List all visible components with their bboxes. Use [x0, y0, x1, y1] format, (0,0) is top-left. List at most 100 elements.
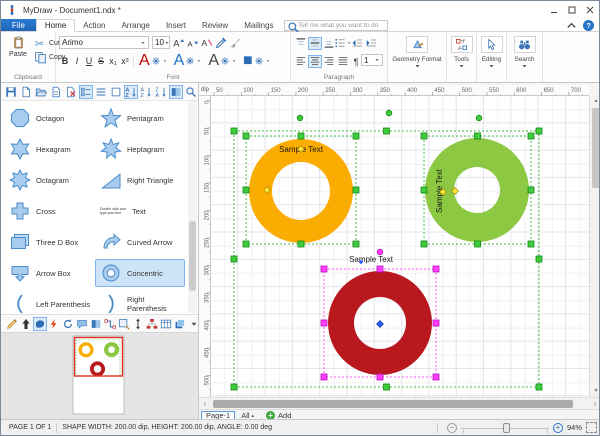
doc-smile-button[interactable]	[49, 85, 63, 99]
tab-mailings[interactable]: Mailings	[236, 19, 281, 31]
connector-button[interactable]	[103, 317, 117, 331]
shape-item-text[interactable]: Double click and type your textText	[95, 197, 185, 225]
sort-desc-button[interactable]: ZA	[154, 85, 168, 99]
page-thumbnail[interactable]	[1, 333, 198, 421]
new-doc-button[interactable]	[19, 85, 33, 99]
help-button[interactable]: ?	[583, 20, 594, 31]
open-button[interactable]	[34, 85, 48, 99]
valign-middle-button[interactable]	[308, 37, 322, 50]
tab-file[interactable]: File	[1, 19, 36, 31]
scroll-up-icon[interactable]: ▴	[590, 96, 600, 107]
layers-button[interactable]	[173, 317, 187, 331]
font-toggle-i[interactable]: I	[71, 55, 83, 68]
shape-item-octagram[interactable]: Octagram	[4, 166, 94, 194]
zoom-slider[interactable]	[461, 423, 549, 433]
horizontal-scroll-thumb[interactable]	[213, 400, 573, 408]
sort-asc-button[interactable]: AZ	[139, 85, 153, 99]
collapse-ribbon-button[interactable]	[565, 20, 577, 31]
drawing-canvas[interactable]: Sample TextSample TextSample Text	[211, 96, 589, 397]
view-blank-button[interactable]	[109, 85, 123, 99]
vertical-scrollbar[interactable]: ▴ ▾	[589, 96, 600, 397]
font-down-button[interactable]: A	[186, 37, 200, 50]
book-button[interactable]	[89, 317, 103, 331]
paste-button[interactable]: Paste	[4, 36, 32, 72]
valign-top-button[interactable]	[294, 37, 308, 50]
shape-item-right-parenthesis[interactable]: Right Parenthesis	[95, 290, 185, 313]
editing-button[interactable]: Editing	[477, 32, 506, 82]
vertical-scroll-thumb[interactable]	[592, 108, 600, 188]
align-center-button[interactable]	[308, 55, 322, 68]
search-button[interactable]: Search	[507, 32, 542, 82]
font-color-button[interactable]: A	[200, 37, 214, 50]
sort-az-button[interactable]: AZ	[124, 85, 138, 99]
eyedropper-button[interactable]	[214, 37, 228, 50]
shape-item-pentagram[interactable]: Pentagram	[95, 104, 185, 132]
canvas-pin-button[interactable]	[117, 317, 131, 331]
align-left-button[interactable]	[294, 55, 308, 68]
font-effect-button-4[interactable]: ■	[243, 52, 271, 70]
scroll-down-icon[interactable]: ▾	[590, 386, 600, 397]
tab-arrange[interactable]: Arrange	[113, 19, 157, 31]
table-button[interactable]	[159, 317, 173, 331]
tell-me-search-input[interactable]: Tell me what you want to do	[284, 20, 388, 31]
font-effect-button-1[interactable]: A	[139, 52, 168, 70]
shape-item-heptagram[interactable]: Heptagram	[95, 135, 185, 163]
shape-item-curved-arrow[interactable]: Curved Arrow	[95, 228, 185, 256]
font-family-select[interactable]: Arimo	[59, 36, 149, 49]
doc-del-button[interactable]	[64, 85, 78, 99]
shape-item-octagon[interactable]: Octagon	[4, 104, 94, 132]
maximize-button[interactable]	[563, 2, 581, 18]
pointer-button[interactable]	[19, 317, 33, 331]
shape-item-arrow-box[interactable]: Arrow Box	[4, 259, 94, 287]
orgchart-button[interactable]	[145, 317, 159, 331]
line-spacing-select[interactable]: 1	[361, 54, 383, 66]
shape-item-left-parenthesis[interactable]: Left Parenthesis	[4, 290, 94, 313]
zoom-in-button[interactable]: +	[553, 423, 563, 433]
tools-button[interactable]: Tools	[447, 32, 476, 82]
tab-review[interactable]: Review	[194, 19, 236, 31]
geometry-format-button[interactable]: Geometry Format	[388, 32, 446, 82]
view-list-button[interactable]	[79, 85, 93, 99]
font-effect-button-3[interactable]: A	[208, 52, 237, 70]
brush-button[interactable]	[228, 37, 242, 50]
font-toggle-b[interactable]: B	[59, 55, 71, 68]
indent-less-button[interactable]	[350, 37, 364, 50]
horizontal-scrollbar[interactable]: ‹ ›	[199, 397, 600, 409]
shape-item-concentric[interactable]: Concentric	[95, 259, 185, 287]
zoom-slider-thumb[interactable]	[503, 423, 510, 433]
bullet-button[interactable]	[336, 37, 350, 50]
font-up-button[interactable]: A	[172, 37, 186, 50]
minimize-button[interactable]	[545, 2, 563, 18]
v-spacing-button[interactable]	[131, 317, 145, 331]
pencil-button[interactable]	[5, 317, 19, 331]
tab-insert[interactable]: Insert	[158, 19, 194, 31]
tab-action[interactable]: Action	[75, 19, 113, 31]
fit-to-window-button[interactable]	[586, 422, 597, 433]
magnifier-button[interactable]	[184, 85, 198, 99]
bubble-button[interactable]	[75, 317, 89, 331]
book-button[interactable]	[169, 85, 183, 99]
view-lines-button[interactable]	[94, 85, 108, 99]
shape-item-three-d-box[interactable]: Three D Box	[4, 228, 94, 256]
shape-item-cross[interactable]: Cross	[4, 197, 94, 225]
font-toggle-u[interactable]: U	[83, 55, 95, 68]
lightning-button[interactable]	[47, 317, 61, 331]
refresh-button[interactable]	[61, 317, 75, 331]
zoom-level: 94%	[567, 423, 582, 432]
font-toggle-x[interactable]: x₁	[107, 55, 119, 68]
align-right-button[interactable]	[322, 55, 336, 68]
shape-tool-button[interactable]	[33, 317, 47, 331]
indent-more-button[interactable]	[364, 37, 378, 50]
font-effect-button-2[interactable]: A	[174, 52, 203, 70]
shape-list-scrollbar[interactable]	[188, 101, 197, 313]
justify-button[interactable]	[336, 55, 350, 68]
font-toggle-x[interactable]: x²	[119, 55, 131, 68]
font-size-select[interactable]: 10	[152, 36, 170, 49]
tab-home[interactable]: Home	[36, 19, 75, 32]
font-toggle-s[interactable]: S	[95, 55, 107, 68]
shape-item-right-triangle[interactable]: Right Triangle	[95, 166, 185, 194]
close-button[interactable]	[581, 2, 599, 18]
shape-item-hexagram[interactable]: Hexagram	[4, 135, 94, 163]
zoom-out-button[interactable]: −	[447, 423, 457, 433]
save-button[interactable]	[4, 85, 18, 99]
